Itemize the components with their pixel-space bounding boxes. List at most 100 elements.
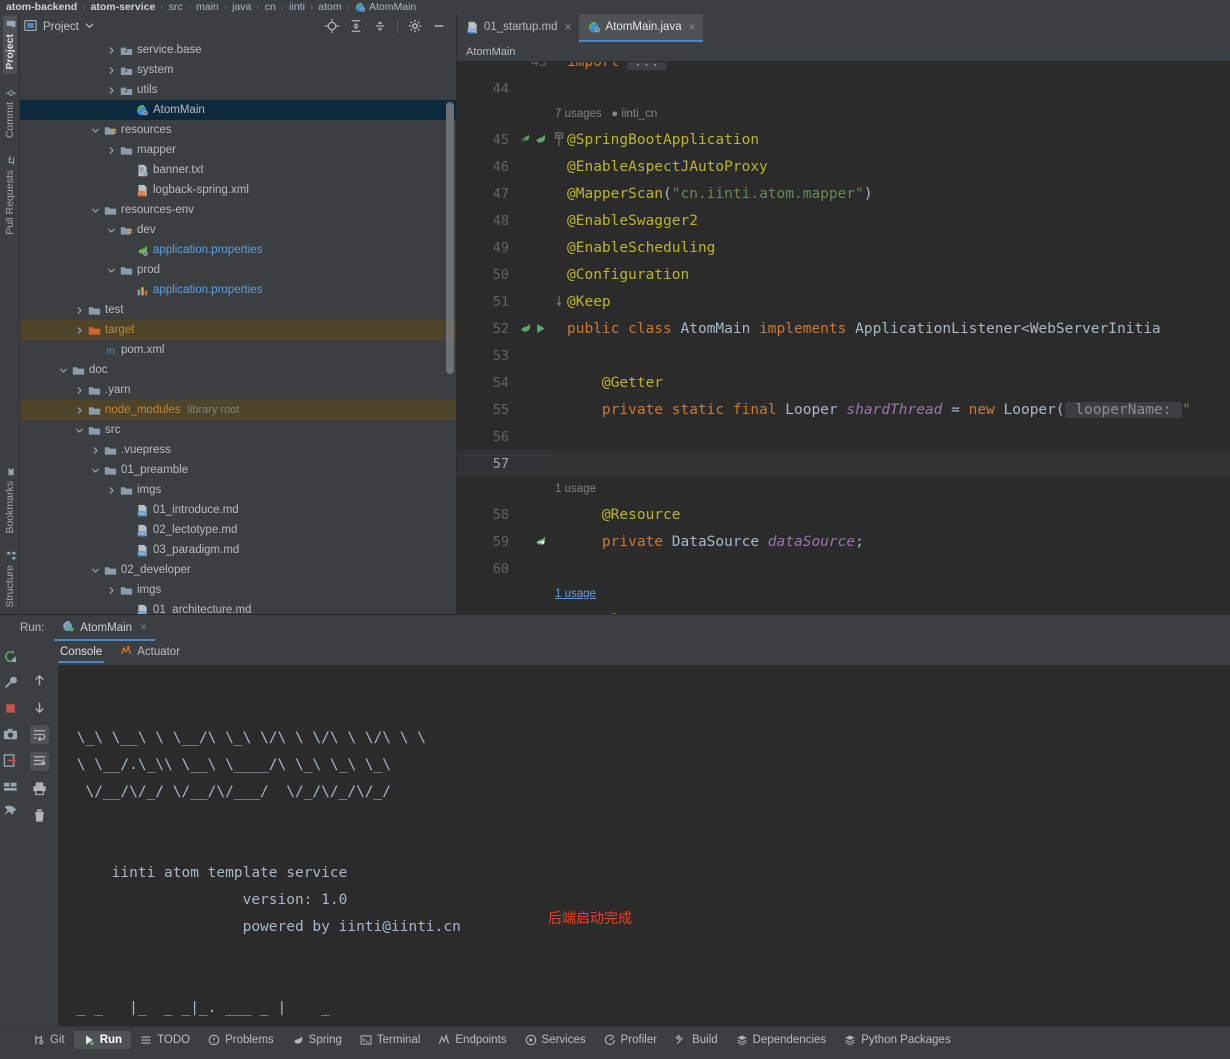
tree-row[interactable]: prod: [20, 260, 456, 280]
tree-row[interactable]: resources-env: [20, 200, 456, 220]
chevron-right-icon[interactable]: [74, 325, 85, 336]
code-line[interactable]: 51 @Keep: [457, 288, 1230, 315]
line-gutter[interactable]: 46: [457, 153, 553, 180]
tree-row[interactable]: resources: [20, 120, 456, 140]
breadcrumb-item-4[interactable]: java: [232, 1, 251, 13]
chevron-right-icon[interactable]: [74, 385, 85, 396]
status-item-todo[interactable]: TODO: [131, 1031, 199, 1049]
status-item-endpoints[interactable]: Endpoints: [429, 1031, 515, 1049]
tree-row[interactable]: .yarn: [20, 380, 456, 400]
bean-icon[interactable]: [534, 133, 547, 146]
breadcrumb-item-5[interactable]: cn: [265, 1, 276, 13]
code-line[interactable]: 55 private static final Looper shardThre…: [457, 396, 1230, 423]
editor-tab-01-startup-md[interactable]: MD 01_startup.md ×: [457, 14, 579, 42]
pin-icon[interactable]: [1, 803, 20, 822]
layout-icon[interactable]: [1, 777, 20, 796]
console-output[interactable]: \_\ \__\ \ \__/\ \_\ \/\ \ \/\ \ \/\ \ \…: [58, 665, 1230, 1026]
chevron-down-icon[interactable]: [85, 21, 94, 33]
chevron-right-icon[interactable]: [106, 585, 117, 596]
code-editor[interactable]: 43 import... 44 7 usages ● iinti_cn 45 @Spr…: [457, 62, 1230, 614]
line-gutter[interactable]: 51: [457, 288, 553, 315]
tree-row[interactable]: MD 01_architecture.md: [20, 600, 456, 614]
status-item-terminal[interactable]: Terminal: [351, 1031, 429, 1049]
status-item-profiler[interactable]: Profiler: [595, 1031, 666, 1049]
tree-row[interactable]: imgs: [20, 580, 456, 600]
run-icon[interactable]: [534, 322, 547, 335]
chevron-right-icon[interactable]: [106, 485, 117, 496]
fold-marker[interactable]: [553, 294, 565, 310]
project-tree-scrollbar[interactable]: [446, 102, 454, 374]
close-icon[interactable]: ×: [140, 622, 147, 634]
chevron-down-icon[interactable]: [106, 225, 117, 236]
tree-row[interactable]: banner.txt: [20, 160, 456, 180]
camera-icon[interactable]: [1, 725, 20, 744]
chevron-right-icon[interactable]: [90, 445, 101, 456]
code-line[interactable]: 60: [457, 555, 1230, 582]
tree-row[interactable]: 02_developer: [20, 560, 456, 580]
scroll-from-source-icon[interactable]: [325, 18, 339, 36]
tab-actuator[interactable]: Actuator: [118, 642, 182, 665]
chevron-right-icon[interactable]: [74, 405, 85, 416]
run-config-tab[interactable]: AtomMain ×: [54, 616, 155, 641]
minimize-icon[interactable]: [432, 19, 446, 36]
chevron-right-icon[interactable]: [74, 305, 85, 316]
tree-row[interactable]: MD 01_introduce.md: [20, 500, 456, 520]
chevron-down-icon[interactable]: [90, 205, 101, 216]
line-gutter[interactable]: 56: [457, 423, 553, 450]
line-gutter[interactable]: 53: [457, 342, 553, 369]
breadcrumb-item-3[interactable]: main: [196, 1, 219, 13]
tree-row[interactable]: node_modules library root: [20, 400, 456, 420]
tree-row[interactable]: <> logback-spring.xml: [20, 180, 456, 200]
chevron-right-icon[interactable]: [106, 65, 117, 76]
code-line[interactable]: 45 @SpringBootApplication: [457, 126, 1230, 153]
chevron-right-icon[interactable]: [106, 85, 117, 96]
trash-icon[interactable]: [30, 806, 49, 825]
tree-row[interactable]: system: [20, 60, 456, 80]
tree-row[interactable]: MD 03_paradigm.md: [20, 540, 456, 560]
tab-console[interactable]: Console: [58, 643, 105, 663]
line-gutter[interactable]: 55: [457, 396, 553, 423]
status-item-git[interactable]: Git: [24, 1031, 74, 1049]
code-vision-hint[interactable]: 1 usage: [457, 582, 1230, 606]
tree-row[interactable]: src: [20, 420, 456, 440]
status-item-build[interactable]: Build: [666, 1031, 727, 1049]
tree-row[interactable]: application.properties: [20, 240, 456, 260]
chevron-down-icon[interactable]: [58, 365, 69, 376]
tree-row[interactable]: .vuepress: [20, 440, 456, 460]
code-line[interactable]: 53: [457, 342, 1230, 369]
code-line[interactable]: 49 @EnableScheduling: [457, 234, 1230, 261]
status-item-spring[interactable]: Spring: [283, 1031, 351, 1049]
line-gutter[interactable]: 57: [457, 450, 553, 477]
arrow-down-icon[interactable]: [30, 698, 49, 717]
status-item-services[interactable]: Services: [516, 1031, 595, 1049]
line-gutter[interactable]: 52: [457, 315, 553, 342]
rerun-icon[interactable]: [1, 647, 20, 666]
breadcrumb-item-8[interactable]: AtomMain: [369, 1, 416, 13]
line-gutter[interactable]: 44: [457, 75, 553, 102]
status-item-run[interactable]: Run: [73, 1030, 132, 1049]
breadcrumb-item-2[interactable]: src: [169, 1, 183, 13]
code-line[interactable]: 57: [457, 450, 1230, 477]
code-line[interactable]: 59 private DataSource dataSource;: [457, 528, 1230, 555]
tree-row[interactable]: MD 02_lectotype.md: [20, 520, 456, 540]
chevron-down-icon[interactable]: [106, 265, 117, 276]
export-icon[interactable]: [1, 751, 20, 770]
line-gutter[interactable]: 60: [457, 555, 553, 582]
breadcrumb-item-7[interactable]: atom: [318, 1, 341, 13]
code-line[interactable]: 56: [457, 423, 1230, 450]
close-icon[interactable]: ×: [689, 20, 696, 34]
tree-row[interactable]: AtomMain: [20, 100, 456, 120]
line-gutter[interactable]: 61: [457, 606, 553, 615]
tree-row[interactable]: target: [20, 320, 456, 340]
code-line[interactable]: 44: [457, 75, 1230, 102]
usage-count[interactable]: 7 usages: [555, 108, 602, 120]
sidebar-tab-commit[interactable]: Commit: [3, 84, 17, 142]
tree-row[interactable]: m pom.xml: [20, 340, 456, 360]
status-item-problems[interactable]: Problems: [199, 1031, 283, 1049]
tree-row[interactable]: mapper: [20, 140, 456, 160]
expand-all-icon[interactable]: [349, 19, 363, 36]
project-tree[interactable]: service.base system utils AtomMain resources…: [20, 40, 456, 614]
code-line[interactable]: 52 public class AtomMain implements Appli…: [457, 315, 1230, 342]
code-line[interactable]: 50 @Configuration: [457, 261, 1230, 288]
line-gutter[interactable]: 47: [457, 180, 553, 207]
